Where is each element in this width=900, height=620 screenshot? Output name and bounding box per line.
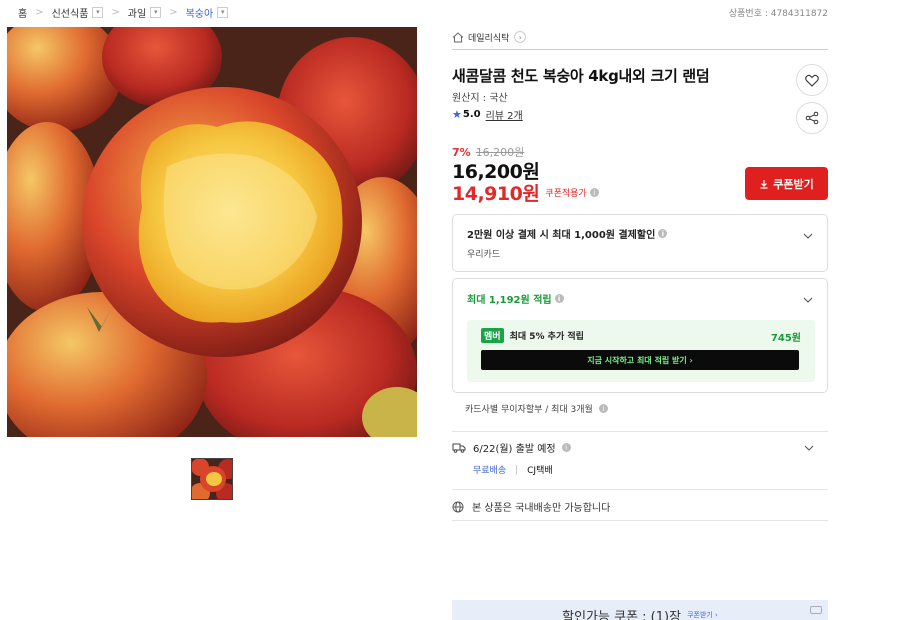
- domestic-notice-text: 본 상품은 국내배송만 가능합니다: [472, 503, 611, 514]
- review-link[interactable]: 리뷰 2개: [486, 107, 523, 122]
- member-benefit-box: 멤버 최대 5% 추가 적립 745원 지금 시작하고 최대 적립 받기 ›: [467, 320, 815, 382]
- coupon-button-label: 쿠폰받기: [773, 177, 814, 191]
- heart-icon: [805, 74, 819, 87]
- card-discount-title-row: 2만원 이상 결제 시 최대 1,000원 결제할인 i: [467, 226, 813, 241]
- product-title: 새콤달콤 천도 복숭아 4kg내외 크기 랜덤: [452, 67, 710, 85]
- chevron-down-icon[interactable]: ▾: [92, 6, 104, 18]
- breadcrumb-level2[interactable]: 과일 ▾: [127, 5, 162, 20]
- installment-text: 카드사별 무이자할부 / 최대 3개월: [465, 405, 593, 415]
- wishlist-button[interactable]: [796, 64, 828, 96]
- truck-icon: [452, 443, 466, 453]
- shipping-info: 6/22(월) 출발 예정 i 무료배송 CJ택배: [452, 440, 828, 476]
- product-thumbnail[interactable]: [191, 458, 233, 500]
- breadcrumb-separator: >: [111, 6, 120, 18]
- chevron-right-icon: ›: [514, 31, 527, 43]
- product-main-image[interactable]: [7, 27, 417, 437]
- points-head-row: 최대 1,192원 적립 i: [467, 291, 813, 306]
- globe-icon: [452, 501, 464, 512]
- share-button[interactable]: [796, 102, 828, 134]
- divider: [452, 489, 828, 490]
- info-icon[interactable]: i: [658, 229, 668, 238]
- coupon-banner-link[interactable]: 쿠폰받기 ›: [687, 610, 718, 620]
- breadcrumb: 홈 > 신선식품 ▾ > 과일 ▾ > 복숭아 ▾: [18, 4, 229, 20]
- card-name: 우리카드: [467, 250, 501, 260]
- domestic-notice: 본 상품은 국내배송만 가능합니다: [452, 499, 610, 514]
- info-icon[interactable]: i: [554, 294, 564, 303]
- chevron-down-icon[interactable]: ▾: [217, 6, 229, 18]
- points-box: 최대 1,192원 적립 i 멤버 최대 5% 추가 적립 745원 지금 시작…: [452, 278, 828, 393]
- member-line: 멤버 최대 5% 추가 적립: [481, 328, 801, 343]
- peach-image: [7, 27, 417, 437]
- chevron-down-icon[interactable]: [803, 231, 813, 241]
- breadcrumb-separator: >: [169, 6, 178, 18]
- store-link[interactable]: 데일리식탁 ›: [452, 27, 828, 47]
- product-number: 상품번호 : 4784311872: [728, 9, 828, 19]
- coupon-banner[interactable]: 할인가능 쿠폰 : (1)장 쿠폰받기 ›: [452, 600, 828, 620]
- breadcrumb-level3-label: 복숭아: [185, 8, 214, 20]
- divider: [452, 431, 828, 432]
- member-badge: 멤버: [481, 328, 504, 343]
- shipping-fee: 무료배송: [473, 466, 507, 476]
- download-icon: [760, 179, 768, 189]
- breadcrumb-home[interactable]: 홈: [18, 5, 27, 20]
- breadcrumb-level3[interactable]: 복숭아 ▾: [186, 5, 229, 20]
- breadcrumb-level1[interactable]: 신선식품 ▾: [52, 5, 104, 20]
- chevron-down-icon[interactable]: [804, 443, 814, 453]
- chevron-down-icon[interactable]: [803, 295, 813, 305]
- member-join-button[interactable]: 지금 시작하고 최대 적립 받기 ›: [481, 350, 799, 370]
- product-rating: ★ 5.0 리뷰 2개: [452, 107, 523, 122]
- thumbnail-image: [192, 459, 232, 499]
- divider: [516, 464, 518, 475]
- breadcrumb-separator: >: [35, 6, 44, 18]
- member-text: 최대 5% 추가 적립: [509, 332, 584, 342]
- coupon-note: 쿠폰적용가: [545, 189, 587, 199]
- info-icon[interactable]: i: [561, 443, 571, 452]
- divider: [452, 520, 828, 521]
- shipping-date: 6/22(월) 출발 예정: [473, 444, 556, 455]
- product-info-panel: 데일리식탁 › 새콤달콤 천도 복숭아 4kg내외 크기 랜덤 원산지 : 국산…: [452, 27, 828, 620]
- member-amount: 745원: [770, 333, 801, 344]
- card-discount-box[interactable]: 2만원 이상 결제 시 최대 1,000원 결제할인 i 우리카드: [452, 214, 828, 272]
- star-icon: ★: [452, 108, 462, 121]
- breadcrumb-level2-label: 과일: [127, 8, 147, 20]
- card-discount-title: 2만원 이상 결제 시 최대 1,000원 결제할인: [467, 230, 656, 241]
- divider: [452, 49, 828, 50]
- coupon-banner-text: 할인가능 쿠폰 : (1)장: [562, 609, 682, 620]
- shipping-detail-row: 무료배송 CJ택배: [452, 463, 828, 476]
- info-icon[interactable]: i: [598, 404, 608, 413]
- chevron-down-icon[interactable]: ▾: [150, 6, 162, 18]
- coupon-price-row: 14,910원 쿠폰적용가 i: [452, 179, 599, 206]
- store-name: 데일리식탁: [468, 33, 510, 44]
- shipping-date-row: 6/22(월) 출발 예정 i: [452, 440, 828, 455]
- coupon-price: 14,910원: [452, 183, 540, 205]
- info-icon[interactable]: i: [589, 188, 599, 197]
- home-icon: [452, 31, 464, 42]
- points-head: 최대 1,192원 적립: [467, 295, 552, 306]
- installment-info: 카드사별 무이자할부 / 최대 3개월 i: [465, 402, 608, 415]
- rating-score: 5.0: [462, 109, 481, 120]
- breadcrumb-level1-label: 신선식품: [51, 8, 89, 20]
- courier: CJ택배: [527, 466, 553, 476]
- collapse-icon[interactable]: [810, 606, 822, 614]
- product-origin: 원산지 : 국산: [452, 93, 508, 104]
- share-icon: [805, 111, 819, 125]
- coupon-download-button[interactable]: 쿠폰받기: [745, 167, 828, 200]
